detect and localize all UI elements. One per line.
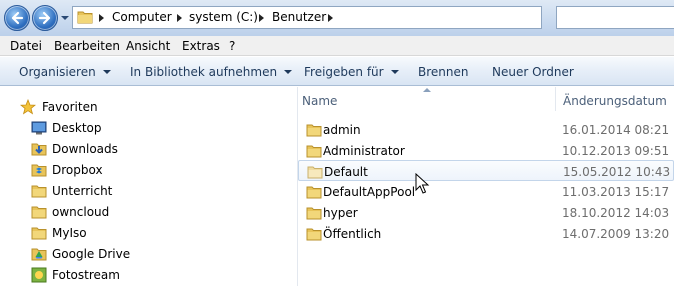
sidebar-item-fotostream[interactable]: Fotostream (0, 265, 297, 285)
chevron-down-icon (390, 70, 399, 74)
file-date: 18.10.2012 14:03 (562, 206, 670, 220)
file-date: 15.05.2012 10:43 (563, 165, 671, 179)
arrow-right-icon (38, 11, 51, 25)
menu-help[interactable]: ? (229, 39, 235, 53)
include-in-library-label: In Bibliothek aufnehmen (130, 65, 278, 79)
file-row-defaultapppool[interactable]: DefaultAppPool 11.03.2013 15:17 (298, 181, 674, 202)
google-drive-folder-icon (31, 248, 47, 261)
file-row-default[interactable]: Default 15.05.2012 10:43 (298, 160, 674, 181)
file-row-admin[interactable]: admin 16.01.2014 08:21 (298, 119, 674, 140)
address-box[interactable]: Computer system (C:) Benutzer (72, 6, 542, 29)
sidebar-item-label: Unterricht (52, 184, 113, 198)
nav-favorites-label: Favoriten (42, 100, 98, 114)
sidebar-item-label: Desktop (52, 121, 102, 135)
folder-icon (306, 145, 322, 158)
file-name: DefaultAppPool (323, 185, 416, 199)
menu-bearbeiten[interactable]: Bearbeiten (54, 39, 120, 53)
chevron-down-icon (284, 70, 293, 74)
nav-favorites-header[interactable]: Favoriten (0, 97, 297, 117)
sidebar-item-desktop[interactable]: Desktop (0, 118, 297, 138)
column-header-modified[interactable]: Änderungsdatum (563, 94, 667, 108)
folder-icon (306, 228, 322, 241)
folder-icon (31, 227, 47, 240)
breadcrumb-separator-icon[interactable] (99, 14, 104, 22)
sidebar-item-label: Downloads (52, 142, 118, 156)
column-separator[interactable] (555, 87, 556, 111)
sidebar-item-label: MyIso (52, 226, 87, 240)
back-button[interactable] (4, 5, 30, 31)
search-input[interactable] (556, 6, 674, 29)
menu-datei[interactable]: Datei (10, 39, 42, 53)
sidebar-item-downloads[interactable]: Downloads (0, 139, 297, 159)
command-bar: Organisieren In Bibliothek aufnehmen Fre… (0, 57, 674, 86)
dropbox-folder-icon (31, 164, 47, 177)
file-name: Default (324, 165, 368, 179)
file-name: Administrator (323, 144, 405, 158)
folder-icon (306, 207, 322, 220)
navigation-pane: Favoriten Desktop Downloads Dropbox Unte… (0, 87, 297, 286)
breadcrumb-computer[interactable]: Computer (112, 10, 172, 24)
organize-button[interactable]: Organisieren (19, 65, 111, 79)
sort-arrow-icon (423, 88, 431, 92)
file-name: Öffentlich (323, 227, 382, 241)
address-bar-area: Computer system (C:) Benutzer (0, 0, 674, 36)
organize-label: Organisieren (19, 65, 96, 79)
file-date: 14.07.2009 13:20 (562, 227, 670, 241)
menu-bar: Datei Bearbeiten Ansicht Extras ? (0, 36, 674, 56)
folder-icon (31, 185, 47, 198)
new-folder-button[interactable]: Neuer Ordner (492, 65, 574, 79)
sidebar-item-dropbox[interactable]: Dropbox (0, 160, 297, 180)
folder-icon (306, 186, 322, 199)
file-date: 10.12.2013 09:51 (562, 144, 670, 158)
arrow-left-icon (11, 11, 24, 25)
sidebar-item-myiso[interactable]: MyIso (0, 223, 297, 243)
sidebar-item-unterricht[interactable]: Unterricht (0, 181, 297, 201)
share-with-button[interactable]: Freigeben für (304, 65, 399, 79)
sidebar-item-owncloud[interactable]: owncloud (0, 202, 297, 222)
menu-extras[interactable]: Extras (182, 39, 220, 53)
file-name: admin (323, 123, 361, 137)
photostream-icon (31, 267, 47, 283)
mouse-pointer-icon (415, 173, 430, 194)
share-with-label: Freigeben für (304, 65, 384, 79)
chevron-down-icon (102, 70, 111, 74)
sidebar-item-google-drive[interactable]: Google Drive (0, 244, 297, 264)
menu-ansicht[interactable]: Ansicht (126, 39, 170, 53)
breadcrumb-separator-icon[interactable] (259, 14, 264, 22)
breadcrumb-system-drive[interactable]: system (C:) (189, 10, 258, 24)
column-header-name[interactable]: Name (302, 94, 337, 108)
file-date: 11.03.2013 15:17 (562, 185, 670, 199)
file-row-hyper[interactable]: hyper 18.10.2012 14:03 (298, 202, 674, 223)
desktop-icon (31, 121, 47, 135)
folder-icon (306, 124, 322, 137)
breadcrumb-separator-icon[interactable] (177, 14, 182, 22)
breadcrumb-benutzer[interactable]: Benutzer (272, 10, 326, 24)
sidebar-item-label: Dropbox (52, 163, 103, 177)
file-name: hyper (323, 206, 358, 220)
file-date: 16.01.2014 08:21 (562, 123, 670, 137)
folder-icon (31, 206, 47, 219)
downloads-folder-icon (31, 143, 47, 156)
file-row-administrator[interactable]: Administrator 10.12.2013 09:51 (298, 140, 674, 161)
recent-pages-chevron-down-icon[interactable] (60, 13, 70, 23)
file-row-oeffentlich[interactable]: Öffentlich 14.07.2009 13:20 (298, 223, 674, 244)
folder-icon (307, 166, 323, 179)
folder-icon (77, 11, 93, 24)
burn-button[interactable]: Brennen (418, 65, 468, 79)
sidebar-item-label: Google Drive (52, 247, 131, 261)
star-icon (20, 99, 36, 115)
forward-button[interactable] (32, 5, 58, 31)
sidebar-item-label: Fotostream (52, 268, 120, 282)
breadcrumb-separator-icon[interactable] (328, 14, 333, 22)
sidebar-item-label: owncloud (52, 205, 110, 219)
include-in-library-button[interactable]: In Bibliothek aufnehmen (130, 65, 293, 79)
